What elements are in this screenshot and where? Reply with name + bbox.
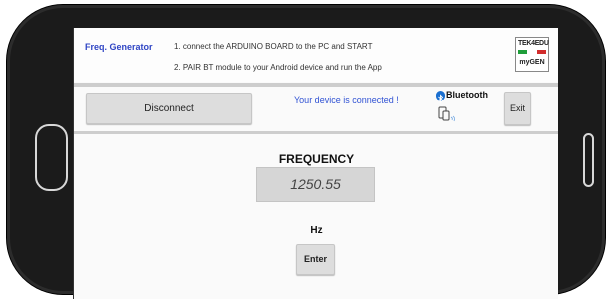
phone-frame: Freq. Generator 1. connect the ARDUINO B… xyxy=(7,5,605,299)
exit-button[interactable]: Exit xyxy=(504,92,531,125)
bluetooth-logo: Bluetooth xyxy=(436,90,496,124)
app-screen: Freq. Generator 1. connect the ARDUINO B… xyxy=(73,28,558,299)
bluetooth-label: Bluetooth xyxy=(446,90,488,100)
flag-icon xyxy=(518,50,546,54)
main-panel: FREQUENCY 1250.55 Hz Enter xyxy=(74,134,558,299)
bluetooth-icon xyxy=(436,91,445,104)
frequency-input[interactable]: 1250.55 xyxy=(256,167,375,202)
toolbar: Disconnect Your device is connected ! Bl… xyxy=(74,87,558,131)
instruction-2: 2. PAIR BT module to your Android device… xyxy=(174,63,382,72)
frequency-label: FREQUENCY xyxy=(278,152,355,166)
disconnect-button[interactable]: Disconnect xyxy=(86,93,252,124)
connection-status: Your device is connected ! xyxy=(294,95,399,105)
unit-label: Hz xyxy=(310,225,323,236)
side-button-icon xyxy=(583,133,594,187)
logo-bottom-text: myGEN xyxy=(519,59,545,66)
instruction-1: 1. connect the ARDUINO BOARD to the PC a… xyxy=(174,42,373,51)
header: Freq. Generator 1. connect the ARDUINO B… xyxy=(74,28,558,82)
brand-logo: TEK4EDU myGEN xyxy=(515,37,549,72)
enter-button[interactable]: Enter xyxy=(296,244,335,275)
logo-top-text: TEK4EDU xyxy=(518,40,549,47)
home-button-icon xyxy=(35,124,68,191)
app-title: Freq. Generator xyxy=(85,42,153,52)
device-icon xyxy=(438,106,458,122)
